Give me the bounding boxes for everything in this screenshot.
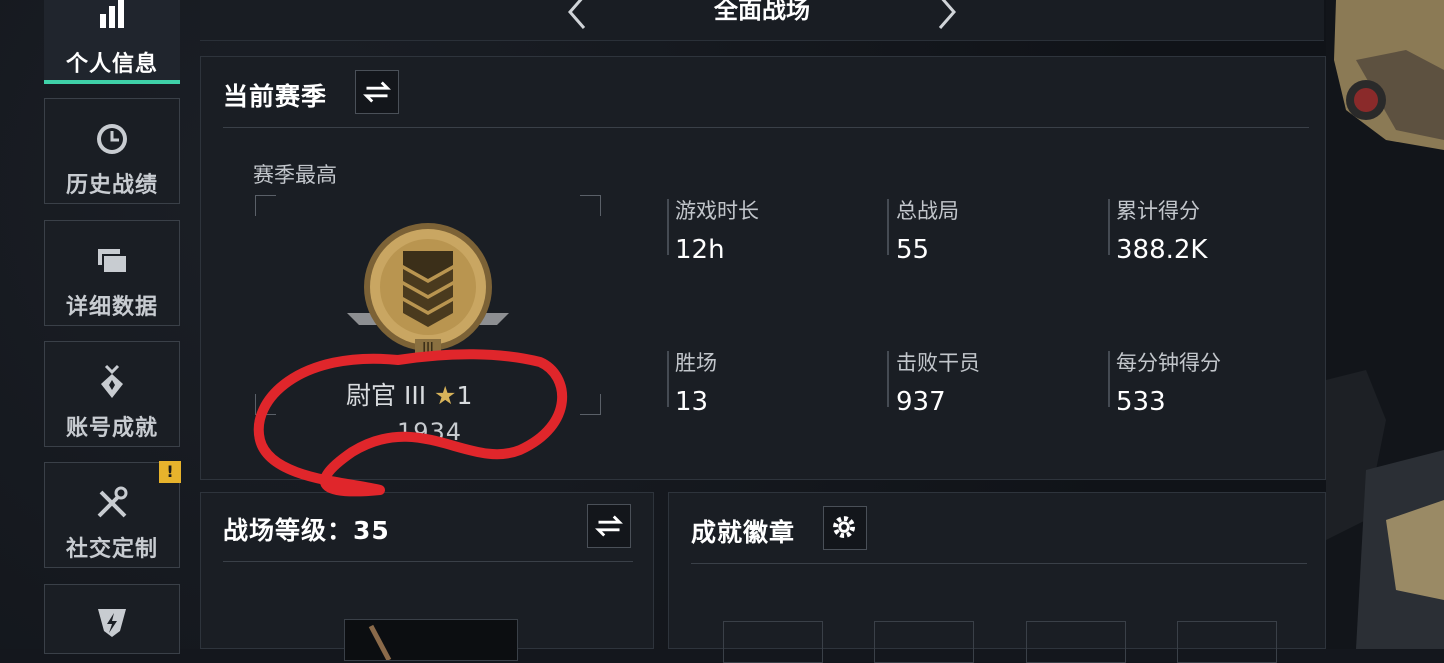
stat-value: 937 <box>896 387 946 417</box>
stat-tick <box>667 351 669 407</box>
alert-badge: ! <box>159 461 181 483</box>
stat-tick <box>887 199 889 255</box>
mode-title: 全面战场 <box>714 0 810 24</box>
active-indicator <box>44 80 180 84</box>
stat-value: 55 <box>896 235 930 265</box>
sidebar-item-history[interactable]: 历史战绩 <box>44 98 180 204</box>
stat-label: 胜场 <box>675 351 717 375</box>
rank-title: 尉官 III <box>346 381 427 410</box>
chevron-right-icon[interactable] <box>932 0 962 30</box>
stat-tick <box>1108 351 1110 407</box>
rank-score: 1934 <box>397 418 463 446</box>
mode-header: 全面战场 <box>200 0 1324 41</box>
stat-value: 12h <box>675 235 725 265</box>
stat-label: 击败干员 <box>896 351 980 375</box>
battlefield-switch-button[interactable] <box>587 504 631 548</box>
folders-icon <box>98 249 128 274</box>
medal-icon <box>101 364 123 398</box>
sidebar-item-details[interactable]: 详细数据 <box>44 220 180 326</box>
stat-value: 533 <box>1116 387 1166 417</box>
lightning-icon <box>98 609 126 637</box>
stat-label: 总战局 <box>896 199 959 223</box>
bar-chart-icon <box>100 0 124 28</box>
stat-label: 每分钟得分 <box>1116 351 1221 375</box>
season-best-label: 赛季最高 <box>253 163 337 187</box>
sidebar-item-label: 个人信息 <box>65 52 158 77</box>
stat-tick <box>667 199 669 255</box>
season-switch-button[interactable] <box>355 70 399 114</box>
sidebar-item-extra[interactable] <box>44 584 180 654</box>
badge-slot[interactable] <box>1026 621 1126 663</box>
achievement-badge-panel: 成就徽章 <box>668 492 1326 663</box>
weapon-card[interactable] <box>344 619 518 661</box>
season-title: 当前赛季 <box>223 82 328 111</box>
panel-divider <box>223 561 633 562</box>
sidebar-item-social[interactable]: 社交定制 ! <box>44 461 181 568</box>
sidebar-item-label: 详细数据 <box>65 295 158 320</box>
weapon-icon <box>368 624 392 660</box>
rank-name: 尉官 III ★1 <box>346 376 472 412</box>
svg-text:III: III <box>422 341 434 356</box>
stat-tick <box>887 351 889 407</box>
sidebar-item-label: 历史战绩 <box>65 173 158 198</box>
gear-icon <box>833 516 856 539</box>
rank-medal-icon: III <box>347 223 509 356</box>
battlefield-level-panel: 战场等级：35 <box>200 492 654 661</box>
stat-tick <box>1108 199 1110 255</box>
stat-value: 13 <box>675 387 709 417</box>
badge-slot[interactable] <box>723 621 823 663</box>
clock-icon <box>97 124 127 154</box>
battlefield-level-title: 战场等级：35 <box>223 516 390 545</box>
panel-divider <box>223 127 1309 128</box>
stat-label: 游戏时长 <box>675 199 759 223</box>
sidebar-item-label: 社交定制 <box>65 537 158 562</box>
sidebar-item-achievements[interactable]: 账号成就 <box>44 341 180 447</box>
tools-icon <box>97 486 128 518</box>
badge-slot[interactable] <box>874 621 974 663</box>
star-icon: ★ <box>434 381 457 410</box>
rank-stars: 1 <box>456 381 473 410</box>
swap-icon <box>595 515 623 537</box>
badge-slot[interactable] <box>1177 621 1277 663</box>
stat-label: 累计得分 <box>1116 199 1200 223</box>
current-season-panel: 当前赛季 赛季最高 III 尉官 III ★1 1934 游戏时长 12h 总战… <box>200 56 1326 480</box>
sidebar-item-profile[interactable]: 个人信息 <box>44 0 180 84</box>
stat-value: 388.2K <box>1116 235 1208 265</box>
swap-icon <box>363 81 391 103</box>
character-figure <box>1326 0 1444 649</box>
achievement-settings-button[interactable] <box>823 506 867 550</box>
sidebar-item-label: 账号成就 <box>65 416 158 441</box>
panel-divider <box>691 563 1307 564</box>
achievement-title: 成就徽章 <box>691 518 796 547</box>
